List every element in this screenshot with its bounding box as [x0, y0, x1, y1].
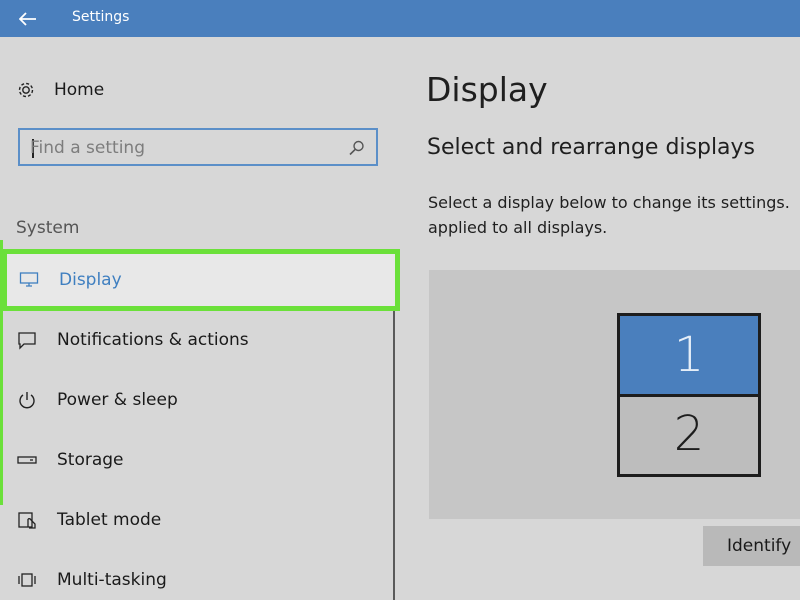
display-1-tile[interactable]: 1: [617, 313, 761, 397]
section-heading-system: System: [16, 218, 80, 238]
sidebar-item-notifications[interactable]: Notifications & actions: [0, 316, 395, 364]
title-bar: Settings: [0, 0, 800, 37]
section-subtitle: Select and rearrange displays: [427, 135, 756, 160]
back-button[interactable]: [0, 0, 55, 37]
display-tile-separator: [617, 394, 761, 397]
notification-icon: [17, 330, 37, 350]
gear-icon: [18, 82, 34, 98]
home-link[interactable]: Home: [16, 78, 104, 102]
tablet-mode-icon: [17, 510, 37, 530]
home-label: Home: [54, 80, 105, 100]
sidebar-item-label: Power & sleep: [57, 390, 178, 410]
sidebar-item-display[interactable]: Display: [2, 249, 400, 311]
sidebar-item-label: Display: [59, 270, 122, 290]
sidebar-item-tablet-mode[interactable]: Tablet mode: [0, 496, 395, 544]
page-title: Display: [426, 70, 548, 109]
power-icon: [17, 390, 37, 410]
window-title: Settings: [72, 9, 130, 25]
description-line: applied to all displays.: [428, 218, 608, 237]
sidebar-item-label: Notifications & actions: [57, 330, 249, 350]
sidebar-item-storage[interactable]: Storage: [0, 436, 395, 484]
search-box[interactable]: [18, 128, 378, 166]
storage-icon: [17, 450, 37, 470]
sidebar-item-power-sleep[interactable]: Power & sleep: [0, 376, 395, 424]
identify-button[interactable]: Identify: [703, 526, 800, 566]
sidebar-item-label: Storage: [57, 450, 124, 470]
display-2-tile[interactable]: 2: [617, 394, 761, 477]
section-description: Select a display below to change its set…: [428, 190, 800, 240]
monitor-icon: [19, 270, 39, 290]
description-line: Select a display below to change its set…: [428, 193, 790, 212]
back-arrow-icon: [18, 11, 36, 26]
search-input[interactable]: [30, 136, 330, 160]
sidebar-item-label: Multi-tasking: [57, 570, 167, 590]
sidebar-item-multitasking[interactable]: Multi-tasking: [0, 556, 395, 600]
search-icon[interactable]: [348, 139, 366, 157]
sidebar-item-label: Tablet mode: [57, 510, 162, 530]
multitasking-icon: [17, 570, 37, 590]
